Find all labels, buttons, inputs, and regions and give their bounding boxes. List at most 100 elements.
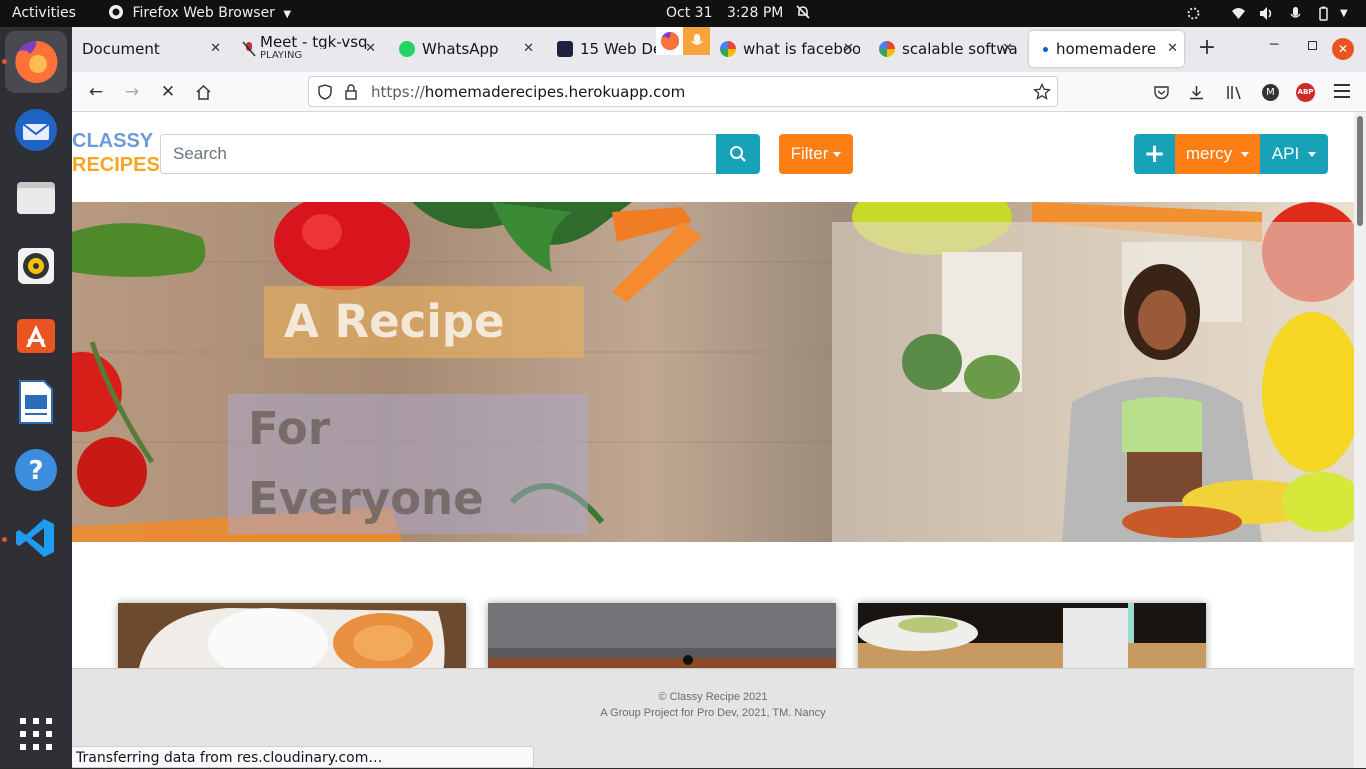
system-top-bar: Activities Firefox Web Browser ▼ Oct 31 … [0, 0, 1366, 27]
add-recipe-button[interactable]: + [1134, 134, 1175, 174]
pocket-icon[interactable] [1153, 84, 1170, 101]
dock-vscode[interactable] [5, 507, 67, 569]
vscode-icon [16, 519, 54, 557]
account-avatar-icon[interactable]: M [1262, 84, 1279, 101]
color-picker-icon[interactable] [1186, 6, 1201, 21]
hamburger-menu-icon[interactable] [1334, 84, 1350, 98]
dock-show-applications[interactable] [5, 703, 67, 765]
close-icon[interactable]: ✕ [365, 41, 376, 56]
bookmark-star-icon[interactable] [1033, 83, 1051, 101]
system-menu-chevron-icon[interactable]: ▼ [1340, 0, 1348, 27]
api-dropdown-button[interactable]: API [1260, 134, 1328, 174]
hero-title-line-2: For Everyone [228, 394, 588, 534]
maximize-button[interactable] [1308, 41, 1317, 50]
svg-text:?: ? [28, 456, 43, 486]
home-icon[interactable] [191, 80, 215, 104]
firefox-sharing-indicator[interactable] [656, 27, 710, 55]
filter-dropdown-button[interactable]: Filter [779, 134, 853, 174]
back-icon[interactable]: ← [84, 80, 108, 104]
tab-meet[interactable]: Meet - tgk-vsqa PLAYING ✕ [232, 31, 382, 67]
tab-label: scalable softwa [902, 40, 1018, 58]
adblock-plus-icon[interactable]: ABP [1296, 83, 1315, 102]
dock-writer[interactable] [5, 371, 67, 433]
new-tab-button[interactable]: + [1196, 35, 1218, 63]
dock-help[interactable]: ? [5, 439, 67, 501]
tab-label: 15 Web Dev [580, 40, 656, 58]
caret-down-icon [1308, 151, 1317, 157]
recipe-card[interactable] [488, 603, 836, 673]
hero-title-line-1: A Recipe [264, 286, 584, 358]
wifi-icon[interactable] [1231, 6, 1246, 21]
hero-banner: A Recipe For Everyone [72, 202, 1354, 542]
microphone-icon[interactable] [1288, 6, 1303, 21]
close-icon[interactable]: ✕ [1167, 41, 1178, 56]
api-label: API [1271, 144, 1300, 163]
recipe-card-image [858, 603, 1206, 673]
stop-loading-icon[interactable]: ✕ [156, 80, 180, 104]
url-text[interactable]: https://homemaderecipes.herokuapp.com [371, 83, 685, 101]
tab-document[interactable]: Document ✕ [72, 31, 227, 67]
url-bar[interactable]: https://homemaderecipes.herokuapp.com [308, 76, 1058, 107]
close-icon[interactable]: ✕ [1002, 41, 1013, 56]
close-window-button[interactable]: ✕ [1332, 38, 1354, 60]
app-grid-icon [20, 718, 52, 750]
tab-label: Meet - tgk-vsqa [260, 35, 368, 49]
web-page: CLASSY RECIPES Filter + mercy API [72, 112, 1354, 768]
navigation-toolbar: ← → ✕ https://homemaderecipes.herokuapp.… [72, 72, 1366, 112]
tab-whatsapp[interactable]: WhatsApp ✕ [390, 31, 540, 67]
recipe-card[interactable] [858, 603, 1206, 673]
recipe-card[interactable] [118, 603, 466, 673]
forward-icon[interactable]: → [120, 80, 144, 104]
dock-thunderbird[interactable] [5, 99, 67, 161]
writer-icon [19, 380, 53, 424]
page-scrollbar[interactable] [1354, 112, 1366, 768]
search-icon [730, 146, 746, 162]
minimize-button[interactable]: ─ [1270, 37, 1278, 53]
google-icon [720, 41, 736, 57]
shield-icon[interactable] [317, 84, 333, 100]
tab-strip: Document ✕ Meet - tgk-vsqa PLAYING ✕ Wha… [72, 27, 1366, 72]
library-icon[interactable] [1226, 84, 1243, 101]
app-menu[interactable]: Firefox Web Browser ▼ [108, 0, 291, 27]
site-brand-logo[interactable]: CLASSY RECIPES [72, 129, 160, 177]
google-icon [879, 41, 895, 57]
firefox-window: Document ✕ Meet - tgk-vsqa PLAYING ✕ Wha… [72, 27, 1366, 768]
caret-down-icon [833, 151, 842, 157]
user-dropdown-button[interactable]: mercy [1175, 134, 1260, 174]
footer-credit: A Group Project for Pro Dev, 2021, TM. N… [600, 707, 826, 719]
tab-web-dev[interactable]: 15 Web Dev [548, 31, 656, 67]
filter-label: Filter [790, 144, 829, 163]
brand-line-2: RECIPES [72, 154, 160, 176]
activities-button[interactable]: Activities [12, 0, 76, 27]
search-input[interactable] [160, 134, 717, 174]
help-icon: ? [15, 449, 57, 491]
scrollbar-thumb[interactable] [1357, 116, 1363, 226]
dock-software-center[interactable] [5, 303, 67, 365]
status-text: Transferring data from res.cloudinary.co… [76, 750, 383, 766]
url-host: homemaderecipes.herokuapp.com [424, 83, 686, 101]
close-icon[interactable]: ✕ [523, 41, 534, 56]
close-icon[interactable]: ✕ [210, 41, 221, 56]
hero-title-text-1: A Recipe [284, 295, 505, 348]
footer-copyright: © Classy Recipe 2021 [658, 691, 768, 703]
files-icon [17, 182, 55, 214]
tab-homemaderecipes[interactable]: homemaderecip ✕ [1029, 31, 1184, 67]
running-indicator [2, 59, 7, 64]
firefox-icon [15, 40, 58, 83]
tab-what-is-facebook[interactable]: what is faceboo ✕ [710, 31, 860, 67]
whatsapp-icon [399, 41, 415, 57]
battery-icon[interactable] [1316, 6, 1331, 21]
dock-rhythmbox[interactable] [5, 235, 67, 297]
clock[interactable]: Oct 31 3:28 PM [666, 0, 810, 27]
firefox-small-icon [109, 5, 123, 19]
sharing-firefox-icon [656, 27, 683, 55]
downloads-icon[interactable] [1188, 84, 1205, 101]
dock-files[interactable] [5, 167, 67, 229]
tab-scalable-software[interactable]: scalable softwa ✕ [869, 31, 1019, 67]
close-icon[interactable]: ✕ [843, 41, 854, 56]
dock-firefox[interactable] [5, 31, 67, 93]
search-button[interactable] [716, 134, 760, 174]
hero-title-text-2a: For [248, 402, 331, 455]
volume-icon[interactable] [1259, 6, 1274, 21]
lock-icon[interactable] [344, 84, 358, 100]
